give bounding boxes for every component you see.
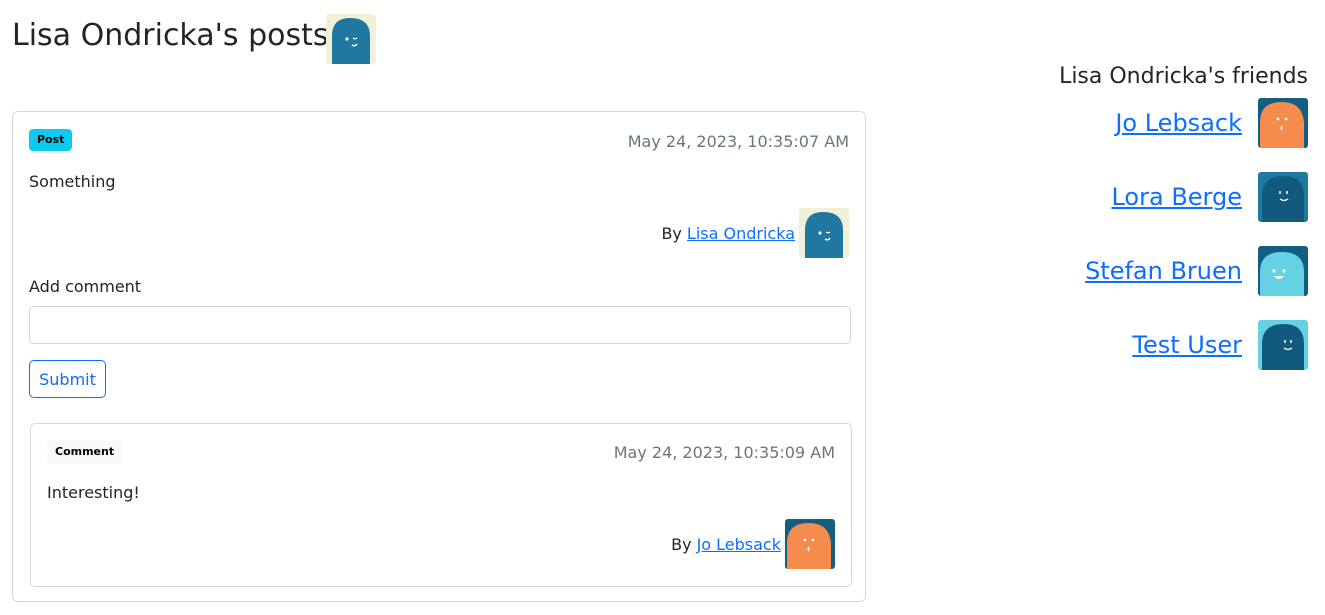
friend-avatar[interactable] (1258, 98, 1308, 148)
friend-link[interactable]: Lora Berge (1111, 183, 1242, 211)
friend-item: Jo Lebsack (948, 98, 1308, 148)
submit-button[interactable]: Submit (29, 360, 106, 398)
friend-item: Test User (948, 320, 1308, 370)
profile-avatar (326, 14, 376, 64)
post-text: Something (29, 172, 116, 191)
friend-item: Stefan Bruen (948, 246, 1308, 296)
post-byline: By Lisa Ondricka (661, 208, 849, 258)
add-comment-label: Add comment (29, 277, 142, 296)
comment-author-link[interactable]: Jo Lebsack (697, 535, 781, 554)
page-title: Lisa Ondricka's posts (12, 18, 329, 53)
friend-avatar[interactable] (1258, 320, 1308, 370)
comment-card: Comment May 24, 2023, 10:35:09 AM Intere… (30, 423, 852, 587)
post-card: Post May 24, 2023, 10:35:07 AM Something… (12, 111, 866, 602)
by-label: By (671, 534, 692, 554)
friends-panel: Lisa Ondricka's friends Jo Lebsack Lora … (948, 62, 1308, 370)
post-timestamp: May 24, 2023, 10:35:07 AM (627, 132, 849, 151)
friend-avatar[interactable] (1258, 246, 1308, 296)
by-label: By (661, 223, 682, 243)
author-avatar (799, 208, 849, 258)
comment-badge: Comment (47, 441, 123, 463)
friend-link[interactable]: Test User (1132, 331, 1242, 359)
comment-timestamp: May 24, 2023, 10:35:09 AM (613, 443, 835, 462)
comment-input[interactable] (29, 306, 851, 344)
comment-byline: By Jo Lebsack (671, 519, 835, 569)
author-avatar (785, 519, 835, 569)
friend-item: Lora Berge (948, 172, 1308, 222)
friends-heading: Lisa Ondricka's friends (1059, 64, 1308, 89)
comment-text: Interesting! (47, 483, 140, 502)
friend-link[interactable]: Jo Lebsack (1115, 109, 1242, 137)
post-badge: Post (29, 129, 73, 151)
friend-avatar[interactable] (1258, 172, 1308, 222)
friend-link[interactable]: Stefan Bruen (1085, 257, 1242, 285)
post-author-link[interactable]: Lisa Ondricka (687, 224, 795, 243)
